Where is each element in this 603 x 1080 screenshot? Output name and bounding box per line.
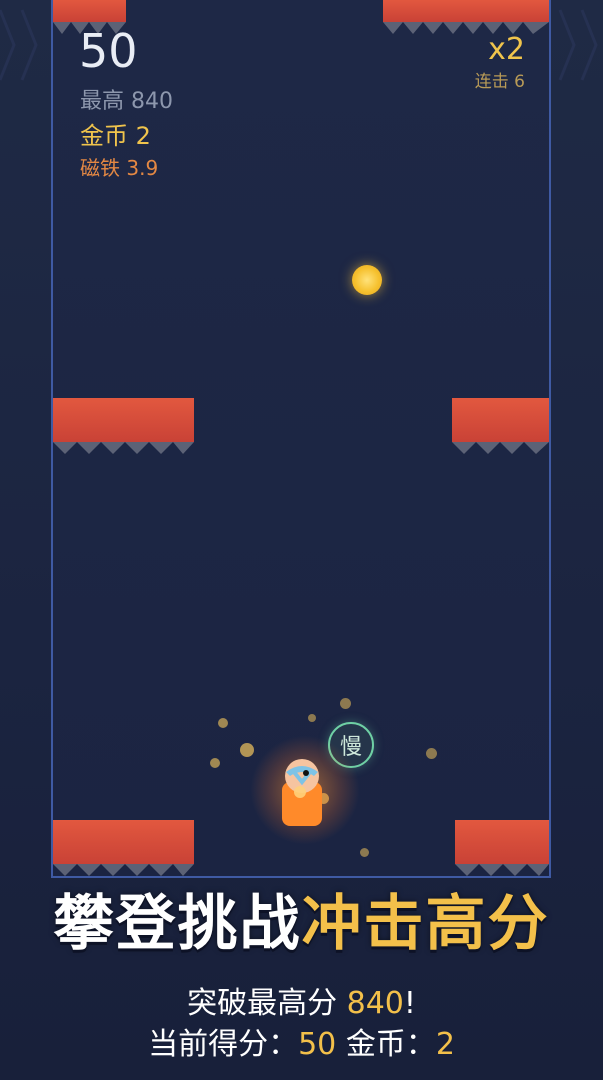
sparkle-particle [210,758,220,768]
promo-headline-white: 攀登挑战 [53,889,302,959]
combo-counter: 连击 6 [474,72,525,92]
promo-coins-label: 金币： [345,1027,436,1062]
sparkle-particle [426,748,437,759]
magnet-timer-label: 磁铁 3.9 [80,156,159,180]
coin-pickup [352,265,382,295]
spikes-middle-right [452,442,549,454]
wall-top-left [53,0,126,22]
best-score-label: 最高 840 [80,89,173,114]
sparkle-particle [340,698,351,709]
wall-bottom-left [53,820,194,864]
promo-best-value: 840 [346,986,404,1021]
sparkle-particle [360,848,369,857]
promo-headline: 攀登挑战冲击高分 [0,890,603,959]
game-screen: 50 最高 840 金币 2 磁铁 3.9 x2 连击 6 慢 攀登挑战冲击高分… [0,0,603,1080]
promo-score-value: 50 [298,1027,337,1062]
wall-top-right [383,0,549,22]
promo-current-line: 当前得分：50 金币：2 [0,1019,603,1063]
spikes-bottom-right [455,864,549,876]
sparkle-particle [240,743,254,757]
wall-middle-right [452,398,549,442]
promo-best-prefix: 突破最高分 [187,986,347,1021]
score-value: 50 [79,24,138,78]
promo-headline-gold: 冲击高分 [301,889,550,959]
spikes-bottom-left [53,864,194,876]
coins-label: 金币 2 [80,122,151,150]
promo-best-line: 突破最高分 840! [0,978,603,1022]
wall-middle-left [53,398,194,442]
sparkle-particle [308,714,316,722]
spikes-middle-left [53,442,194,454]
promo-best-suffix: ! [403,986,416,1021]
player-character[interactable] [280,758,324,828]
sparkle-particle [218,718,228,728]
promo-score-label: 当前得分： [148,1027,299,1062]
score-multiplier: x2 [488,32,525,67]
wall-bottom-right [455,820,549,864]
promo-coins-value: 2 [435,1027,455,1062]
